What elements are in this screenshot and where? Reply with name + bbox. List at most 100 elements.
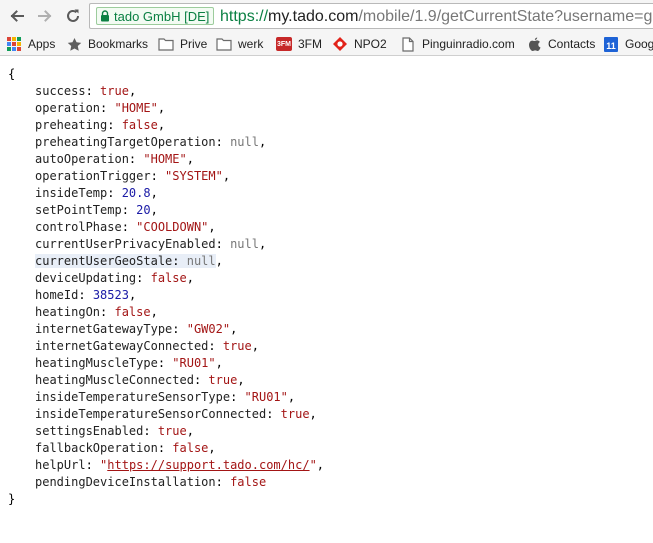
json-key: helpUrl — [35, 458, 86, 472]
json-entry-heatingMuscleConnected: heatingMuscleConnected: true, — [35, 373, 245, 387]
json-value: false — [172, 441, 209, 455]
json-entry-currentUserGeoStale: currentUserGeoStale: null, — [35, 254, 223, 268]
json-value: "HOME" — [114, 101, 158, 115]
json-value: true — [208, 373, 238, 387]
json-entry-setPointTemp: setPointTemp: 20, — [35, 203, 158, 217]
json-entry-heatingMuscleType: heatingMuscleType: "RU01", — [35, 356, 223, 370]
bookmark-label: Pinguinradio.com — [422, 37, 515, 51]
bookmark-apps[interactable]: Apps — [6, 35, 55, 53]
bookmark-bookmarks[interactable]: Bookmarks — [66, 35, 148, 53]
json-key: deviceUpdating — [35, 271, 137, 285]
apps-grid-icon — [6, 36, 22, 52]
json-value: "RU01" — [244, 390, 288, 404]
json-value: 38523 — [92, 288, 129, 302]
json-value-link[interactable]: https://support.tado.com/hc/ — [107, 458, 309, 472]
url-host: my.tado.com — [268, 8, 359, 25]
json-value: "HOME" — [143, 152, 187, 166]
json-key: insideTemp — [35, 186, 108, 200]
json-key: internetGatewayConnected — [35, 339, 209, 353]
json-value: true — [157, 424, 187, 438]
json-entry-helpUrl: helpUrl: "https://support.tado.com/hc/", — [35, 458, 325, 472]
json-key: operationTrigger — [35, 169, 151, 183]
ev-certificate-badge[interactable]: tado GmbH [DE] — [96, 7, 215, 25]
json-open-brace: { — [8, 67, 16, 81]
json-key: success — [35, 84, 86, 98]
json-close-brace: } — [8, 492, 16, 506]
json-key: heatingMuscleType — [35, 356, 158, 370]
page-content: { success: true, operation: "HOME", prehea… — [0, 56, 653, 543]
bookmark-label: Contacts — [548, 37, 596, 51]
json-value: true — [280, 407, 310, 421]
json-entry-internetGatewayConnected: internetGatewayConnected: true, — [35, 339, 259, 353]
json-value: false — [121, 118, 158, 132]
reload-button[interactable] — [62, 5, 84, 27]
json-key: operation — [35, 101, 101, 115]
bookmark-google-calendar[interactable]: 11 Goog — [603, 35, 653, 53]
json-entry-pendingDeviceInstallation: pendingDeviceInstallation: false — [35, 475, 267, 489]
json-key: preheating — [35, 118, 108, 132]
back-button[interactable] — [6, 5, 28, 27]
bookmark-contacts[interactable]: Contacts — [526, 35, 595, 53]
json-entry-preheating: preheating: false, — [35, 118, 166, 132]
json-key: heatingMuscleConnected — [35, 373, 194, 387]
npo-icon — [332, 36, 348, 52]
url-text[interactable]: https://my.tado.com/mobile/1.9/getCurren… — [220, 7, 652, 26]
json-key: internetGatewayType — [35, 322, 173, 336]
bookmark-label: NPO2 — [354, 37, 387, 51]
bookmark-folder-werk[interactable]: werk — [216, 35, 263, 53]
calendar-icon: 11 — [603, 36, 619, 52]
json-entry-preheatingTargetOperation: preheatingTargetOperation: null, — [35, 135, 267, 149]
json-value: "GW02" — [186, 322, 231, 336]
folder-icon — [158, 36, 174, 52]
json-key: controlPhase — [35, 220, 122, 234]
arrow-left-icon — [10, 10, 24, 22]
json-key: insideTemperatureSensorConnected — [35, 407, 267, 421]
json-entry-operation: operation: "HOME", — [35, 101, 166, 115]
json-entry-insideTemperatureSensorType: insideTemperatureSensorType: "RU01", — [35, 390, 296, 404]
bookmark-pinguinradio[interactable]: Pinguinradio.com — [400, 35, 515, 53]
arrow-right-icon — [38, 10, 52, 22]
json-entry-fallbackOperation: fallbackOperation: false, — [35, 441, 216, 455]
bookmark-npo2[interactable]: NPO2 — [332, 35, 387, 53]
json-value: true — [222, 339, 252, 353]
json-key: currentUserPrivacyEnabled — [35, 237, 216, 251]
folder-icon — [216, 36, 232, 52]
json-key: heatingOn — [35, 305, 101, 319]
json-entry-autoOperation: autoOperation: "HOME", — [35, 152, 194, 166]
json-entry-deviceUpdating: deviceUpdating: false, — [35, 271, 194, 285]
json-value: "RU01" — [172, 356, 216, 370]
json-value: true — [100, 84, 129, 98]
json-entry-internetGatewayType: internetGatewayType: "GW02", — [35, 322, 238, 336]
json-key: homeId — [35, 288, 79, 302]
json-entry-operationTrigger: operationTrigger: "SYSTEM", — [35, 169, 231, 183]
json-value: null — [230, 135, 259, 149]
json-value: false — [230, 475, 267, 489]
json-entry-settingsEnabled: settingsEnabled: true, — [35, 424, 194, 438]
json-entry-success: success: true, — [35, 84, 137, 98]
json-entry-insideTemperatureSensorConnected: insideTemperatureSensorConnected: true, — [35, 407, 317, 421]
3fm-icon: 3FM — [276, 36, 292, 52]
reload-icon — [67, 9, 79, 22]
json-entry-insideTemp: insideTemp: 20.8, — [35, 186, 158, 200]
ev-certificate-label: tado GmbH [DE] — [114, 8, 210, 24]
json-key: pendingDeviceInstallation — [35, 475, 216, 489]
json-value: 20.8 — [121, 186, 151, 200]
json-entry-homeId: homeId: 38523, — [35, 288, 137, 302]
bookmark-3fm[interactable]: 3FM 3FM — [276, 35, 322, 53]
json-key: autoOperation — [35, 152, 129, 166]
json-key: fallbackOperation — [35, 441, 158, 455]
bookmark-label: Goog — [625, 37, 653, 51]
bookmark-folder-prive[interactable]: Prive — [158, 35, 207, 53]
bookmark-label: Prive — [180, 37, 208, 51]
json-entry-controlPhase: controlPhase: "COOLDOWN", — [35, 220, 216, 234]
json-value: false — [150, 271, 187, 285]
address-bar[interactable]: tado GmbH [DE] https://my.tado.com/mobil… — [89, 3, 653, 29]
lock-icon — [101, 10, 109, 22]
bookmark-label: 3FM — [298, 37, 322, 51]
json-key: preheatingTargetOperation — [35, 135, 216, 149]
forward-button[interactable] — [34, 5, 56, 27]
page-icon — [400, 36, 416, 52]
bookmark-label: werk — [238, 37, 264, 51]
json-value: false — [114, 305, 151, 319]
apple-icon — [526, 36, 542, 52]
